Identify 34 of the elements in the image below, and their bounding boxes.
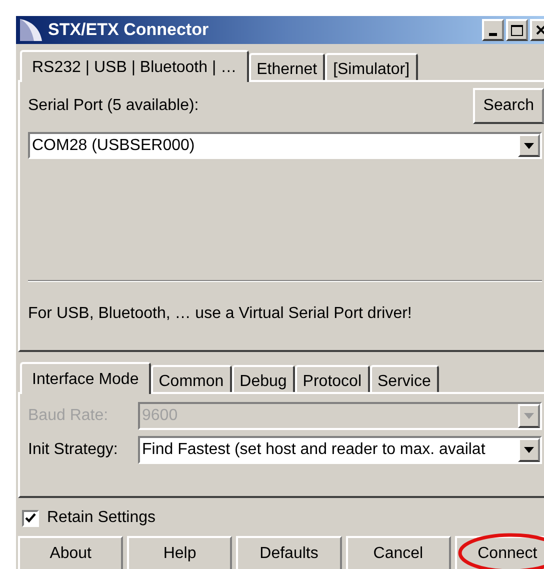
field-label: Init Strategy: — [28, 440, 119, 460]
caret-icon — [524, 142, 534, 148]
caret-icon — [524, 447, 534, 453]
minimize-icon — [489, 33, 497, 36]
tab[interactable]: [Simulator] — [325, 53, 418, 80]
dropdown-button[interactable] — [518, 438, 540, 462]
search-button[interactable]: Search — [473, 88, 544, 124]
check-icon — [25, 513, 36, 523]
checkbox[interactable] — [22, 510, 39, 526]
maximize-icon — [511, 24, 523, 36]
tab[interactable]: Ethernet — [248, 53, 326, 80]
hint-text: For USB, Bluetooth, … use a Virtual Serial Port driver! — [28, 304, 413, 324]
window-title: STX/ETX Connector — [48, 19, 209, 42]
field-label: Serial Port (5 available): — [28, 96, 199, 116]
app-icon — [18, 17, 44, 43]
dropdown-button[interactable] — [518, 404, 540, 428]
checkbox-label: Retain Settings — [47, 508, 156, 528]
port-select[interactable]: COM28 (USBSER000) — [28, 132, 542, 159]
dropdown-field[interactable]: Find Fastest (set host and reader to max. availat — [138, 436, 542, 464]
dialog-button[interactable]: Cancel — [346, 536, 451, 569]
dropdown-button[interactable] — [518, 134, 540, 157]
tab[interactable]: Interface Mode — [20, 362, 151, 394]
dialog-button[interactable]: About — [18, 536, 124, 569]
dialog-button[interactable]: Defaults — [236, 536, 342, 569]
maximize-button[interactable] — [506, 19, 528, 41]
close-icon — [536, 25, 544, 35]
tab[interactable]: Debug — [232, 365, 295, 392]
minimize-button[interactable] — [482, 19, 504, 41]
tab[interactable]: Common — [150, 365, 232, 392]
caret-icon — [524, 413, 534, 419]
dialog-button[interactable]: Help — [127, 536, 232, 569]
tab[interactable]: Protocol — [294, 365, 370, 392]
tab[interactable]: RS232 | USB | Bluetooth | … — [20, 50, 249, 82]
tab[interactable]: Service — [370, 365, 439, 392]
